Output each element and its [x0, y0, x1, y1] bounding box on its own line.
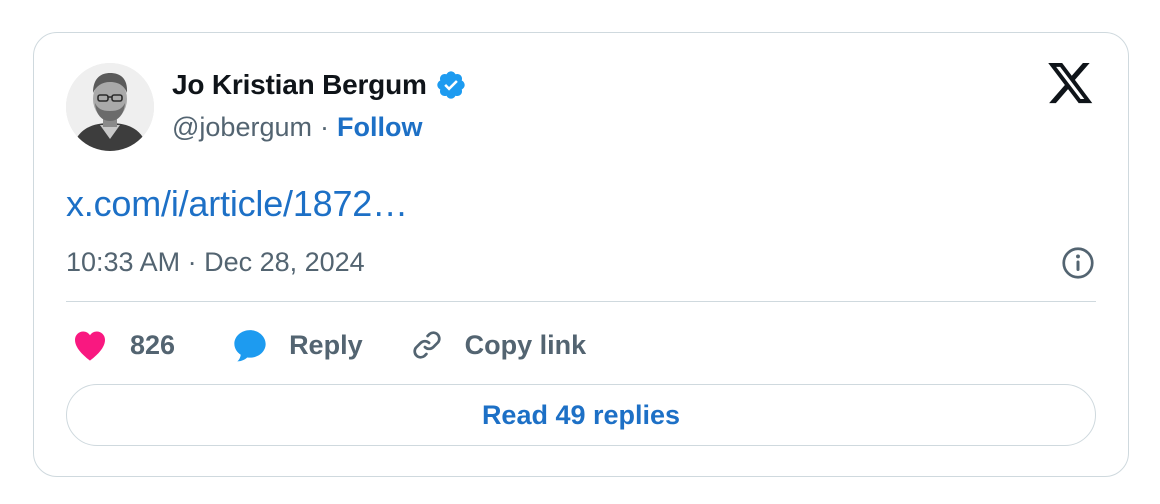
tweet-card: Jo Kristian Bergum @jobergum · Follow x.… [33, 32, 1129, 477]
avatar-photo [66, 63, 154, 151]
tweet-timestamp[interactable]: 10:33 AM · Dec 28, 2024 [66, 247, 365, 278]
verified-badge-icon [435, 69, 467, 101]
author-handle[interactable]: @jobergum [172, 112, 312, 143]
speech-bubble-icon [231, 327, 269, 363]
copy-link-label: Copy link [464, 329, 587, 360]
separator-dot: · [319, 111, 329, 142]
tweet-article-link[interactable]: x.com/i/article/1872… [66, 183, 408, 225]
author-display-name[interactable]: Jo Kristian Bergum [172, 69, 427, 101]
avatar[interactable] [66, 63, 154, 151]
copy-link-button[interactable]: Copy link [409, 327, 587, 363]
link-icon [409, 327, 445, 363]
reply-label: Reply [289, 329, 363, 360]
like-count: 826 [130, 329, 176, 360]
like-button[interactable]: 826 [72, 328, 175, 362]
info-icon[interactable] [1060, 245, 1096, 281]
read-replies-button[interactable]: Read 49 replies [66, 384, 1096, 446]
author-name-row: Jo Kristian Bergum [172, 67, 467, 103]
read-replies-label: Read 49 replies [481, 399, 681, 430]
reply-button[interactable]: Reply [231, 327, 363, 363]
tweet-actions: 826 Reply Copy link [72, 323, 586, 367]
divider [66, 301, 1096, 302]
heart-icon [72, 328, 108, 362]
x-logo-icon[interactable] [1048, 63, 1094, 105]
follow-link[interactable]: Follow [337, 112, 422, 143]
author-handle-row: @jobergum · Follow [172, 109, 422, 145]
